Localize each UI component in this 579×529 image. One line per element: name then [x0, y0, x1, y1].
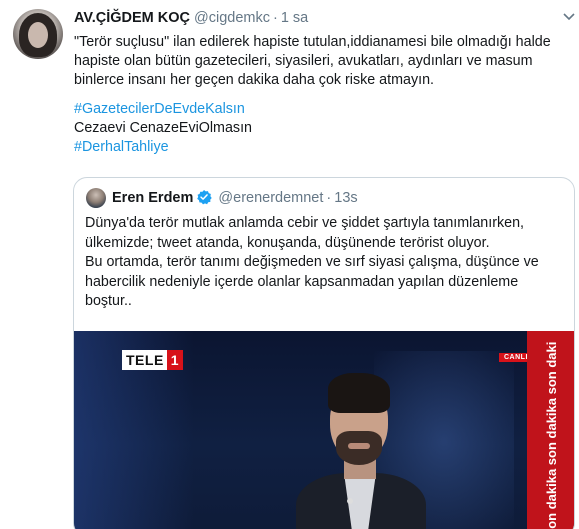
quoted-author-handle[interactable]: @erenerdemnet	[218, 190, 323, 206]
verified-badge-icon	[197, 190, 213, 205]
author-handle[interactable]: @cigdemkc	[194, 10, 270, 26]
quoted-tweet-text: Dünya'da terör mutlak anlamda cebir ve ş…	[85, 214, 565, 312]
separator-dot: ·	[272, 10, 278, 26]
quoted-tweet-header: Eren Erdem @erenerdemnet · 13s	[112, 189, 358, 206]
quoted-text-line: habercilik nedeniyle içerde olanlar kaps…	[85, 273, 519, 290]
quoted-tweet-card[interactable]: Eren Erdem @erenerdemnet · 13s Dünya'da te…	[73, 177, 575, 529]
breaking-news-text: son dakika son dakika son daki	[544, 341, 559, 529]
hashtag-link[interactable]: #GazetecilerDeEvdeKalsın	[74, 100, 574, 119]
avatar-face	[28, 22, 48, 48]
tweet-text-line: "Terör suçlusu" ilan edilerek hapiste tu…	[74, 34, 551, 50]
tweet-timestamp[interactable]: 1 sa	[281, 10, 308, 26]
tweet-text-line: Cezaevi CenazeEviOlmasın	[74, 120, 252, 136]
lapel-microphone	[347, 498, 353, 504]
channel-logo: TELE 1	[122, 350, 183, 370]
quoted-text-line: Dünya'da terör mutlak anlamda cebir ve ş…	[85, 215, 524, 231]
speaker-figure	[296, 373, 426, 529]
quoted-tweet-timestamp[interactable]: 13s	[334, 190, 357, 206]
quoted-text-line: Bu ortamda, terör tanımı değişmeden ve s…	[85, 254, 539, 270]
quoted-video-media[interactable]: TELE 1 CANLI son dakika son dakika son da…	[74, 331, 574, 529]
quoted-text-line: boştur..	[85, 293, 132, 309]
quoted-text-line: ülkemizde; tweet atanda, konuşanda, düşü…	[85, 234, 490, 251]
tweet-text-line: binlerce insanı her geçen dakika daha ço…	[74, 72, 435, 88]
tweet[interactable]: AV.ÇİĞDEM KOÇ @cigdemkc · 1 sa "Terör suçlu…	[0, 0, 579, 529]
separator-dot: ·	[326, 190, 332, 206]
tweet-header: AV.ÇİĞDEM KOÇ @cigdemkc · 1 sa	[74, 10, 308, 26]
chevron-down-icon[interactable]	[563, 12, 575, 22]
quoted-author-name[interactable]: Eren Erdem	[112, 190, 193, 206]
channel-logo-text: TELE	[122, 350, 167, 370]
channel-logo-number: 1	[166, 350, 183, 370]
tweet-text: "Terör suçlusu" ilan edilerek hapiste tu…	[74, 33, 574, 157]
author-avatar[interactable]	[13, 9, 63, 59]
tweet-text-line: hapiste olan bütün gazetecileri, siyasil…	[74, 53, 533, 69]
breaking-news-banner: son dakika son dakika son daki	[527, 331, 574, 529]
hashtag-link[interactable]: #DerhalTahliye	[74, 138, 574, 157]
author-name[interactable]: AV.ÇİĞDEM KOÇ	[74, 10, 190, 26]
quoted-author-avatar[interactable]	[86, 188, 106, 208]
